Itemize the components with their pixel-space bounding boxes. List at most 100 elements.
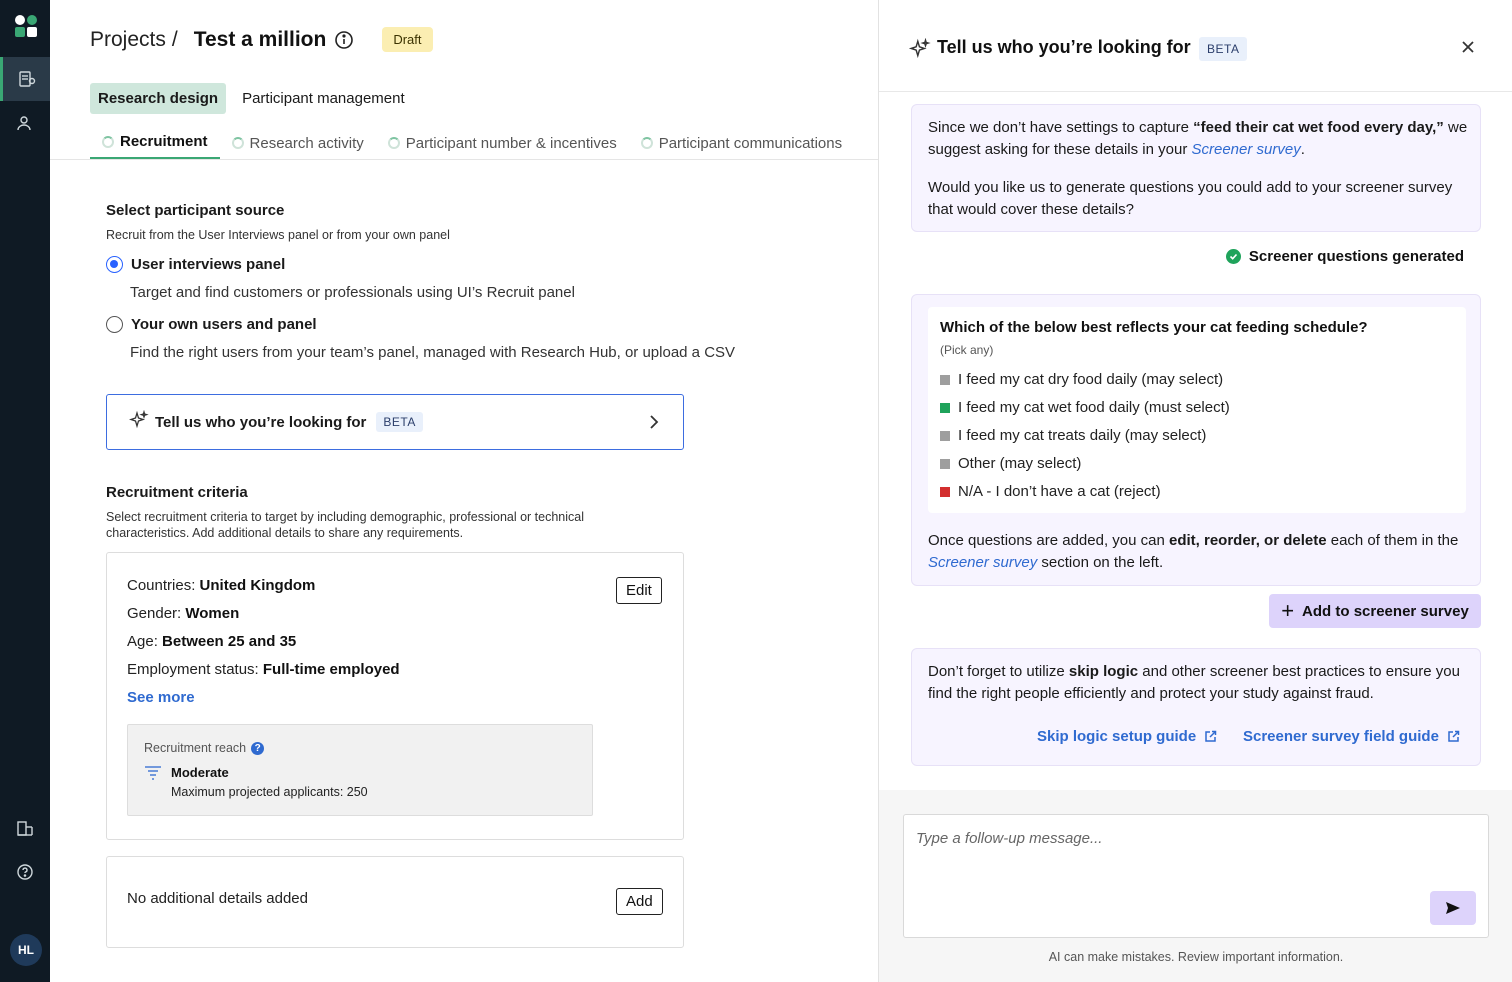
nav-participants-icon[interactable] — [0, 101, 50, 145]
option-label: I feed my cat treats daily (may select) — [958, 427, 1207, 444]
radio-own-users-panel[interactable]: Your own users and panel — [106, 316, 317, 333]
help-icon[interactable]: ? — [251, 741, 265, 755]
breadcrumb-projects-link[interactable]: Projects — [90, 28, 166, 52]
tell-us-who-button[interactable]: Tell us who you’re looking for BETA — [106, 394, 684, 450]
assistant-message: Since we don’t have settings to capture … — [911, 104, 1481, 232]
option-marker — [940, 486, 950, 497]
criteria-key: Age: — [127, 633, 158, 650]
question-title: Which of the below best reflects your ca… — [940, 319, 1368, 336]
criteria-key: Countries: — [127, 577, 196, 594]
criteria-value: Between 25 and 35 — [162, 633, 297, 650]
criteria-employment: Employment status: Full-time employed — [127, 661, 400, 678]
tab-research-design[interactable]: Research design — [90, 83, 227, 114]
tab-participant-management[interactable]: Participant management — [234, 83, 413, 114]
link-label: Skip logic setup guide — [1037, 728, 1197, 745]
screener-survey-link[interactable]: Screener survey — [1191, 141, 1300, 158]
add-details-button[interactable]: Add — [616, 888, 663, 915]
no-additional-details-text: No additional details added — [127, 890, 308, 907]
send-button[interactable] — [1430, 891, 1476, 925]
skip-logic-guide-link[interactable]: Skip logic setup guide — [1037, 728, 1217, 745]
message-text: . — [1300, 141, 1305, 158]
subtab-recruitment[interactable]: Recruitment — [90, 126, 220, 160]
edit-criteria-button[interactable]: Edit — [616, 577, 662, 604]
status-badge: Draft — [382, 27, 433, 52]
ai-disclaimer: AI can make mistakes. Review important i… — [1048, 950, 1344, 964]
message-text: suggest asking for these details in your — [928, 141, 1192, 158]
radio-button[interactable] — [106, 256, 123, 273]
nav-workspace-icon[interactable] — [0, 806, 50, 850]
option-label: I feed my cat wet food daily (must selec… — [958, 399, 1230, 416]
panel-title: Tell us who you’re looking for — [937, 37, 1191, 57]
message-text: Once questions are added, you can — [928, 532, 1169, 549]
reach-max-label: Maximum projected applicants: — [171, 785, 344, 799]
message-bold-text: edit, reorder, or delete — [1169, 532, 1327, 549]
help-icon[interactable] — [0, 850, 50, 894]
option-marker — [940, 402, 950, 413]
breadcrumb: Projects / Test a million Draft — [90, 27, 433, 52]
sub-tabs: Recruitment Research activity Participan… — [90, 126, 854, 160]
progress-ring-icon — [640, 137, 653, 149]
message-text: find the right people efficiently and pr… — [928, 685, 1374, 702]
user-avatar[interactable]: HL — [10, 934, 42, 966]
main-content: Projects / Test a million Draft Research… — [50, 0, 878, 982]
beta-badge: BETA — [376, 412, 423, 432]
screener-field-guide-link[interactable]: Screener survey field guide — [1243, 728, 1460, 745]
radio-user-interviews-panel[interactable]: User interviews panel — [106, 256, 285, 273]
subtab-research-activity[interactable]: Research activity — [220, 126, 376, 160]
progress-ring-icon — [387, 137, 400, 149]
chevron-right-icon — [649, 414, 659, 435]
question-option: N/A - I don’t have a cat (reject) — [940, 483, 1161, 500]
subtab-label: Participant number & incentives — [405, 134, 617, 152]
generated-status-text: Screener questions generated — [1248, 248, 1464, 265]
radio-label: Your own users and panel — [131, 316, 317, 333]
add-button-label: Add to screener survey — [1302, 602, 1469, 620]
see-more-link[interactable]: See more — [127, 689, 195, 706]
criteria-gender: Gender: Women — [127, 605, 239, 622]
subtab-label: Research activity — [249, 134, 364, 152]
criteria-age: Age: Between 25 and 35 — [127, 633, 296, 650]
criteria-section-title: Recruitment criteria — [106, 484, 248, 501]
generated-question-card: Which of the below best reflects your ca… — [911, 294, 1481, 586]
message-text: section on the left. — [1037, 554, 1164, 571]
external-link-icon — [1448, 730, 1460, 742]
option-label: Other (may select) — [958, 455, 1082, 472]
radio-description: Target and find customers or professiona… — [130, 284, 575, 301]
option-label: I feed my cat dry food daily (may select… — [958, 371, 1224, 388]
subtab-participant-number[interactable]: Participant number & incentives — [376, 126, 629, 160]
recruitment-reach-box: Recruitment reach ? Moderate Maximum pro… — [127, 724, 593, 816]
reach-max-applicants: Maximum projected applicants: 250 — [171, 785, 368, 799]
nav-projects-icon[interactable] — [0, 57, 50, 101]
radio-button[interactable] — [106, 316, 123, 333]
reach-label-text: Recruitment reach — [144, 741, 247, 755]
radio-label: User interviews panel — [131, 256, 286, 273]
message-bold-text: skip logic — [1068, 663, 1139, 680]
add-to-screener-button[interactable]: + Add to screener survey — [1269, 594, 1481, 628]
screener-survey-link[interactable]: Screener survey — [928, 554, 1037, 571]
question-hint: (Pick any) — [940, 343, 994, 357]
source-section-title: Select participant source — [106, 202, 285, 219]
subtab-participant-communications[interactable]: Participant communications — [629, 126, 854, 160]
source-section-description: Recruit from the User Interviews panel o… — [106, 228, 450, 242]
question-option: I feed my cat treats daily (may select) — [940, 427, 1206, 444]
message-paragraph: Once questions are added, you can edit, … — [928, 530, 1468, 574]
sparkle-icon — [908, 37, 931, 65]
follow-up-message-input[interactable]: Type a follow-up message... — [903, 814, 1489, 938]
reach-max-value: 250 — [346, 785, 368, 799]
breadcrumb-separator: / — [171, 27, 178, 51]
option-marker — [940, 374, 950, 385]
external-link-icon — [1205, 730, 1217, 742]
message-paragraph: Don’t forget to utilize skip logic and o… — [928, 661, 1468, 705]
close-icon[interactable] — [1461, 40, 1475, 59]
option-label: N/A - I don’t have a cat (reject) — [958, 483, 1161, 500]
criteria-value: Full-time employed — [262, 661, 400, 678]
criteria-value: Women — [185, 605, 240, 622]
left-nav-rail: HL — [0, 0, 50, 982]
message-bold-text: “feed their cat wet food every day,” — [1193, 119, 1444, 136]
app-logo-icon[interactable] — [13, 13, 39, 39]
plus-icon: + — [1281, 598, 1295, 623]
message-text: that would cover these details? — [928, 201, 1134, 218]
info-icon[interactable] — [334, 30, 354, 50]
beta-badge: BETA — [1199, 37, 1248, 61]
message-text: Don’t forget to utilize — [928, 663, 1069, 680]
panel-header: Tell us who you’re looking for BETA — [879, 0, 1512, 92]
